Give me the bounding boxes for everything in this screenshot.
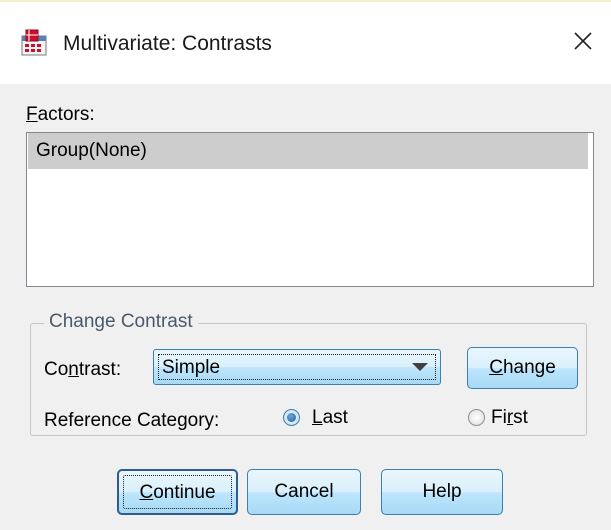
radio-selected-dot bbox=[287, 413, 296, 422]
contrast-dropdown[interactable]: Simple bbox=[153, 349, 441, 385]
change-contrast-legend: Change Contrast bbox=[44, 311, 198, 333]
contrast-dropdown-value: Simple bbox=[162, 357, 221, 378]
dialog-body: Factors: Group(None) Change Contrast Con… bbox=[0, 84, 611, 530]
continue-button[interactable]: Continue bbox=[117, 469, 238, 515]
first-radio[interactable] bbox=[468, 409, 485, 426]
factors-listbox[interactable]: Group(None) bbox=[26, 132, 594, 287]
close-icon[interactable] bbox=[571, 29, 595, 53]
window-title: Multivariate: Contrasts bbox=[63, 32, 272, 55]
contrast-label: Contrast: bbox=[44, 359, 122, 380]
list-item[interactable]: Group(None) bbox=[28, 133, 588, 169]
factors-label: Factors: bbox=[26, 104, 95, 125]
focus-rectangle bbox=[123, 475, 232, 509]
last-radio-label[interactable]: Last bbox=[312, 407, 348, 429]
spss-dialog-icon bbox=[21, 29, 47, 56]
reference-category-label: Reference Category: bbox=[44, 410, 220, 431]
chevron-down-icon bbox=[412, 363, 428, 371]
title-bar: Multivariate: Contrasts bbox=[0, 2, 611, 84]
last-radio[interactable] bbox=[283, 409, 300, 426]
help-button[interactable]: Help bbox=[381, 469, 503, 515]
cancel-button[interactable]: Cancel bbox=[247, 469, 361, 515]
change-button[interactable]: Change bbox=[467, 347, 578, 389]
first-radio-label[interactable]: First bbox=[491, 407, 528, 429]
